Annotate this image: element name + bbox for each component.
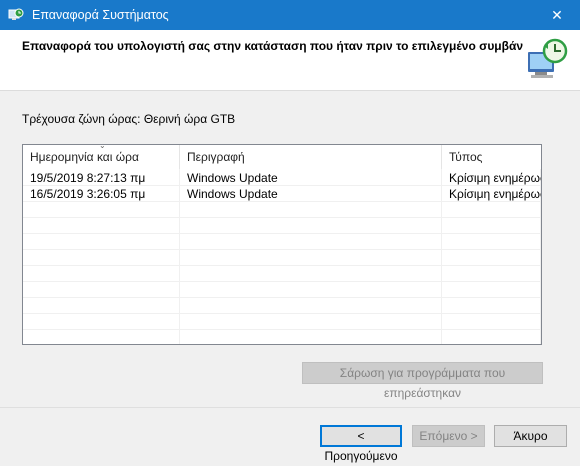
back-button[interactable]: < Προηγούμενο bbox=[320, 425, 402, 463]
row-type: Κρίσιμη ενημέρωση bbox=[449, 187, 541, 201]
column-header-description-label: Περιγραφή bbox=[187, 150, 245, 164]
cancel-button[interactable]: Άκυρο bbox=[494, 425, 567, 447]
column-header-type-label: Τύπος bbox=[449, 150, 483, 164]
grid-line bbox=[23, 313, 541, 314]
column-header-date-label: Ημερομηνία και ώρα bbox=[30, 150, 139, 164]
column-header-type[interactable]: Τύπος bbox=[442, 145, 541, 169]
window-title: Επαναφορά Συστήματος bbox=[32, 8, 169, 22]
close-icon: ✕ bbox=[551, 6, 563, 23]
table-row[interactable]: 19/5/2019 8:27:13 πμ Windows Update Κρίσ… bbox=[23, 170, 541, 186]
grid-line bbox=[23, 249, 541, 250]
table-row[interactable]: 16/5/2019 3:26:05 πμ Windows Update Κρίσ… bbox=[23, 186, 541, 202]
timezone-label: Τρέχουσα ζώνη ώρας: Θερινή ώρα GTB bbox=[22, 112, 236, 126]
column-header-date[interactable]: ⌄ Ημερομηνία και ώρα bbox=[23, 145, 180, 169]
column-header-description[interactable]: Περιγραφή bbox=[180, 145, 442, 169]
scan-affected-programs-button[interactable]: Σάρωση για προγράμματα που επηρεάστηκαν bbox=[302, 362, 543, 400]
footer-divider bbox=[0, 407, 580, 408]
computer-restore-icon bbox=[528, 38, 568, 78]
row-description: Windows Update bbox=[187, 187, 278, 201]
title-bar: Επαναφορά Συστήματος ✕ bbox=[0, 0, 580, 30]
sort-arrow-icon: ⌄ bbox=[99, 144, 106, 150]
wizard-header: Επαναφορά του υπολογιστή σας στην κατάστ… bbox=[0, 30, 580, 91]
restore-points-list[interactable]: ⌄ Ημερομηνία και ώρα Περιγραφή Τύπος 19/… bbox=[22, 144, 542, 345]
row-date: 19/5/2019 8:27:13 πμ bbox=[30, 171, 146, 185]
row-type: Κρίσιμη ενημέρωση bbox=[449, 171, 541, 185]
grid-line bbox=[23, 217, 541, 218]
grid-line bbox=[23, 233, 541, 234]
grid-line bbox=[23, 329, 541, 330]
page-heading: Επαναφορά του υπολογιστή σας στην κατάστ… bbox=[22, 39, 524, 53]
row-description: Windows Update bbox=[187, 171, 278, 185]
grid-line bbox=[23, 265, 541, 266]
next-button[interactable]: Επόμενο > bbox=[412, 425, 485, 447]
grid-line bbox=[23, 281, 541, 282]
grid-line bbox=[23, 297, 541, 298]
system-restore-icon bbox=[8, 8, 24, 20]
row-date: 16/5/2019 3:26:05 πμ bbox=[30, 187, 146, 201]
close-button[interactable]: ✕ bbox=[534, 0, 580, 30]
